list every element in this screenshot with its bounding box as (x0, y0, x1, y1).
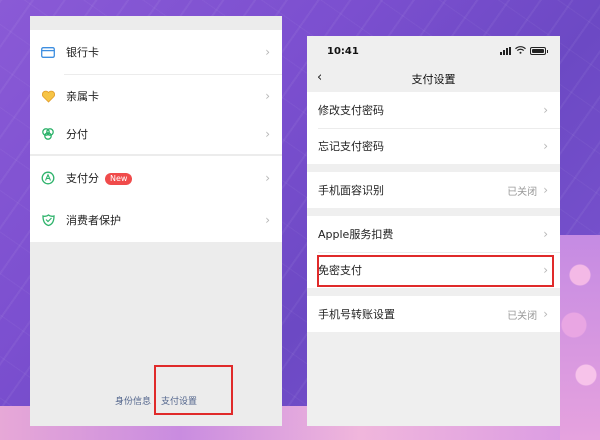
menu-item-pay-score[interactable]: 支付分 New › (30, 156, 282, 200)
settings-group-face-id: 手机面容识别 已关闭 › (307, 172, 560, 208)
menu-group-protection: 消费者保护 › (30, 198, 282, 242)
chevron-right-icon: › (543, 183, 548, 197)
setting-label: 手机号转账设置 (318, 308, 395, 321)
chevron-right-icon: › (543, 307, 548, 321)
setting-phone-transfer[interactable]: 手机号转账设置 已关闭 › (307, 296, 560, 332)
highlight-box-password-free-payment (317, 255, 554, 287)
setting-change-password[interactable]: 修改支付密码 › (307, 92, 560, 128)
menu-item-label: 银行卡 (66, 46, 99, 59)
status-bar: 10:41 (307, 36, 560, 66)
setting-label: 手机面容识别 (318, 184, 384, 197)
chevron-right-icon: › (543, 139, 548, 153)
page-title: 支付设置 (411, 73, 456, 86)
menu-item-label: 分付 (66, 128, 88, 141)
card-icon (40, 44, 56, 60)
setting-status: 已关闭 (507, 186, 538, 198)
settings-group-password: 修改支付密码 › 忘记支付密码 › (307, 92, 560, 164)
setting-label: 忘记支付密码 (318, 140, 384, 153)
chevron-right-icon: › (265, 45, 270, 59)
chevron-right-icon: › (265, 213, 270, 227)
identity-info-link[interactable]: 身份信息 (115, 394, 151, 407)
menu-group-cards: 银行卡 › 亲属卡 › (30, 30, 282, 118)
consumer-protection-icon (40, 212, 56, 228)
setting-label: 修改支付密码 (318, 104, 384, 117)
wallet-menu-screen: 银行卡 › 亲属卡 › 分付 › 支付分 New › 消费者保护 › 身份信息 … (30, 16, 282, 426)
chevron-right-icon: › (543, 103, 548, 117)
menu-group-pay-score: 支付分 New › (30, 156, 282, 198)
menu-item-label: 消费者保护 (66, 214, 121, 227)
chevron-right-icon: › (265, 171, 270, 185)
pay-score-icon (40, 170, 56, 186)
setting-forgot-password[interactable]: 忘记支付密码 › (307, 128, 560, 164)
chevron-right-icon: › (265, 89, 270, 103)
wifi-icon (515, 45, 526, 57)
settings-group-transfer: 手机号转账设置 已关闭 › (307, 296, 560, 332)
background-flowers-right (560, 235, 600, 440)
new-badge: New (105, 173, 133, 185)
menu-item-bank-card[interactable]: 银行卡 › (30, 30, 282, 74)
battery-icon (530, 47, 548, 55)
menu-item-label: 亲属卡 (66, 90, 99, 103)
setting-label: Apple服务扣费 (318, 228, 394, 241)
pay-settings-screen: 10:41 ‹ 支付设置 修改支付密码 › 忘记支付密码 › 手机面容识别 已关… (307, 36, 560, 426)
chevron-right-icon: › (265, 127, 270, 141)
highlight-box-pay-settings (154, 365, 233, 415)
installment-icon (40, 126, 56, 142)
chevron-right-icon: › (543, 227, 548, 241)
family-card-icon (40, 88, 56, 104)
menu-item-installment[interactable]: 分付 › (30, 112, 282, 156)
back-arrow-icon[interactable]: ‹ (317, 70, 322, 85)
menu-group-installment: 分付 › (30, 112, 282, 154)
nav-bar: ‹ 支付设置 (307, 66, 560, 92)
menu-item-label: 支付分 (66, 172, 99, 185)
setting-status: 已关闭 (507, 310, 538, 322)
cellular-signal-icon (500, 47, 511, 55)
setting-apple-service-deduction[interactable]: Apple服务扣费 › (307, 216, 560, 252)
status-time: 10:41 (327, 45, 359, 57)
setting-face-recognition[interactable]: 手机面容识别 已关闭 › (307, 172, 560, 208)
menu-item-consumer-protection[interactable]: 消费者保护 › (30, 198, 282, 242)
